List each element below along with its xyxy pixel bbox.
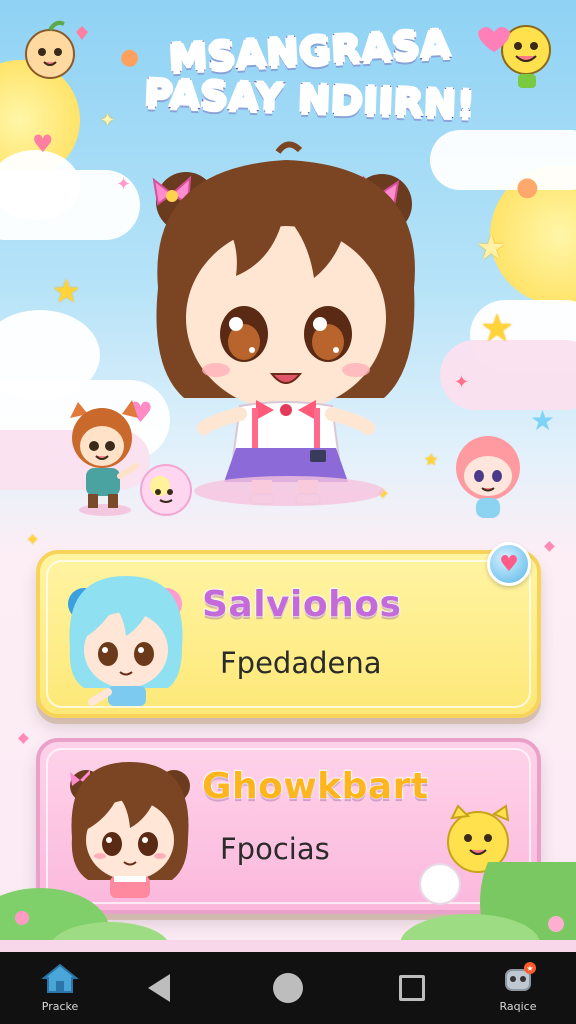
cloud-decoration [430, 130, 576, 190]
blue-hair-girl-avatar [68, 576, 183, 706]
nav-profile-tab[interactable]: ★ Raqice [478, 962, 558, 1013]
brown-hair-girl-character [152, 141, 415, 505]
home-circle-icon[interactable] [273, 973, 303, 1003]
star-icon: ✦ [454, 372, 470, 393]
card-title: Ghowkbart [201, 765, 429, 808]
star-icon: ✦ [26, 530, 40, 549]
heart-icon: ● [120, 45, 140, 70]
nav-profile-label: Raqice [499, 1000, 537, 1013]
back-triangle-icon[interactable] [148, 974, 170, 1002]
house-icon [41, 963, 79, 993]
robot-mascot-icon: ★ [505, 962, 536, 991]
star-icon: ★ [530, 404, 556, 437]
heart-icon: ◆ [18, 730, 29, 746]
heart-icon: ● [516, 172, 539, 202]
character-card-1[interactable]: Salviohos Fpedadena [36, 550, 541, 718]
card-subtitle: Fpocias [220, 832, 330, 866]
star-icon: ★ [52, 272, 81, 310]
pink-hair-girl-character [456, 436, 520, 518]
game-scene: MSANGRASA PASAY NDIIRN! ★ ✦ ★ ★ ★ ★ ✦ ★ … [0, 0, 576, 952]
character-shadow [194, 476, 384, 506]
heart-icon: ♥ [32, 130, 54, 158]
peach-mascot-icon [25, 20, 88, 79]
main-character [128, 138, 448, 508]
heart-badge-button[interactable]: ♥ [487, 542, 531, 586]
smiley-balloon-icon [478, 25, 551, 88]
svg-text:★: ★ [526, 964, 533, 973]
bush-ground-decoration [0, 862, 576, 952]
card-title: Salviohos [201, 583, 402, 626]
star-icon: ★ [480, 306, 515, 350]
star-icon: ✦ [100, 110, 116, 131]
nav-home-label: Pracke [41, 1000, 79, 1013]
game-title: MSANGRASA PASAY NDIIRN! [120, 21, 500, 128]
star-icon: ★ [476, 228, 507, 268]
heart-icon: ◆ [544, 538, 555, 554]
card-subtitle: Fpedadena [220, 646, 382, 680]
heart-icon: ♥ [499, 551, 519, 577]
recent-square-icon[interactable] [399, 975, 425, 1001]
title-line-2: PASAY NDIIRN! [119, 67, 501, 130]
nav-home-tab[interactable]: Pracke [30, 962, 90, 1013]
